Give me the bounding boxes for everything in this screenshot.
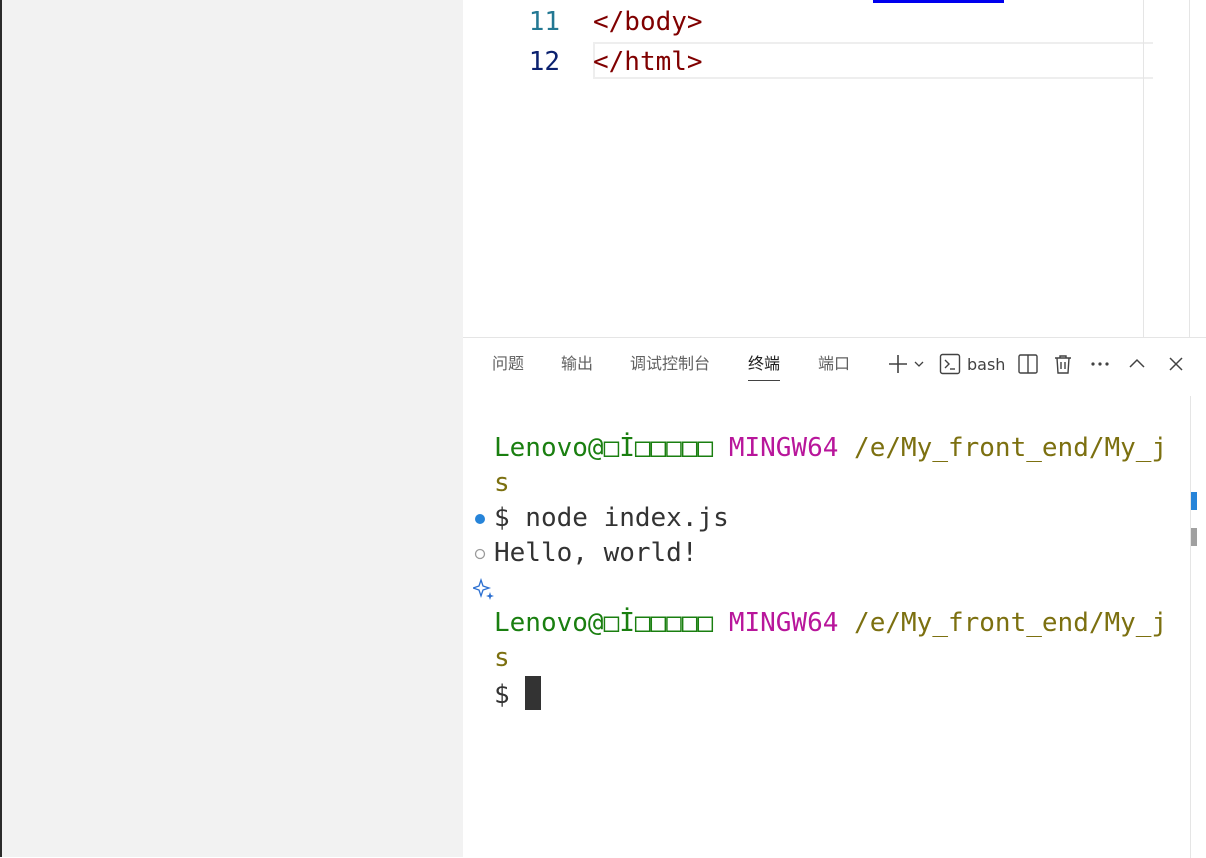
tab-terminal[interactable]: 终端	[748, 353, 781, 381]
terminal-profile-button[interactable]: bash	[939, 351, 1009, 377]
more-actions-button[interactable]	[1088, 351, 1112, 377]
sparkle-icon[interactable]	[473, 578, 495, 600]
terminal-prompt-line: Lenovo@□İ□□□□□ MINGW64 /e/My_front_end/M…	[494, 431, 1167, 466]
terminal-cursor	[525, 676, 542, 710]
split-icon	[1018, 354, 1038, 374]
terminal-prompt-line: Lenovo@□İ□□□□□ MINGW64 /e/My_front_end/M…	[494, 606, 1167, 641]
tab-output[interactable]: 输出	[561, 353, 593, 375]
ellipsis-icon	[1091, 362, 1109, 366]
tab-debug-console[interactable]: 调试控制台	[630, 353, 710, 375]
terminal-output: Hello, world!	[494, 538, 698, 568]
prompt-system: MINGW64	[728, 608, 839, 638]
chevron-up-icon	[1129, 358, 1145, 368]
prompt-path-wrap: s	[494, 643, 510, 673]
line-number: 11	[528, 7, 560, 37]
left-pane	[2, 0, 463, 857]
terminal-command: $ node index.js	[494, 503, 729, 533]
close-icon	[1169, 357, 1183, 371]
split-terminal-button[interactable]	[1017, 351, 1039, 377]
output-decoration-icon	[474, 548, 486, 560]
prompt-path-wrap: s	[494, 468, 510, 498]
plus-icon	[889, 355, 907, 373]
code-line[interactable]: </body>	[593, 2, 703, 42]
close-panel-button[interactable]	[1165, 351, 1187, 377]
prompt-system: MINGW64	[728, 433, 839, 463]
terminal-icon	[939, 353, 961, 375]
panel-tabs: 问题 输出 调试控制台 终端 端口 bash	[463, 338, 1206, 390]
scrollbar-marker	[1191, 528, 1197, 546]
terminal-input-line[interactable]: $	[494, 676, 542, 713]
prompt-user: Lenovo@□İ□□□□□	[494, 608, 714, 638]
trash-icon	[1055, 355, 1071, 374]
chevron-down-icon	[914, 361, 924, 367]
terminal-profile-label: bash	[967, 354, 1006, 374]
line-number: 12	[528, 47, 560, 77]
new-terminal-button[interactable]	[883, 351, 929, 377]
code-line[interactable]: </html>	[593, 42, 703, 82]
scrollbar-marker	[1191, 492, 1197, 510]
prompt-path: /e/My_front_end/My_j	[854, 608, 1168, 638]
success-decoration-icon[interactable]	[473, 512, 487, 526]
code-editor[interactable]: 11 </body> 12 </html>	[463, 0, 1206, 337]
maximize-panel-button[interactable]	[1126, 351, 1148, 377]
tab-ports[interactable]: 端口	[818, 353, 850, 375]
terminal-scrollbar[interactable]	[1190, 396, 1191, 858]
prompt-path: /e/My_front_end/My_j	[854, 433, 1168, 463]
link-underline	[873, 0, 1004, 3]
kill-terminal-button[interactable]	[1052, 351, 1074, 377]
terminal[interactable]: Lenovo@□İ□□□□□ MINGW64 /e/My_front_end/M…	[463, 390, 1206, 858]
bottom-panel: 问题 输出 调试控制台 终端 端口 bash Lenovo@□İ□□□□□ MI…	[463, 337, 1206, 858]
prompt-dollar: $	[494, 680, 510, 710]
tab-problems[interactable]: 问题	[492, 353, 524, 375]
minimap-divider	[1143, 0, 1144, 337]
editor-scrollbar[interactable]	[1189, 0, 1190, 337]
prompt-user: Lenovo@□İ□□□□□	[494, 433, 714, 463]
